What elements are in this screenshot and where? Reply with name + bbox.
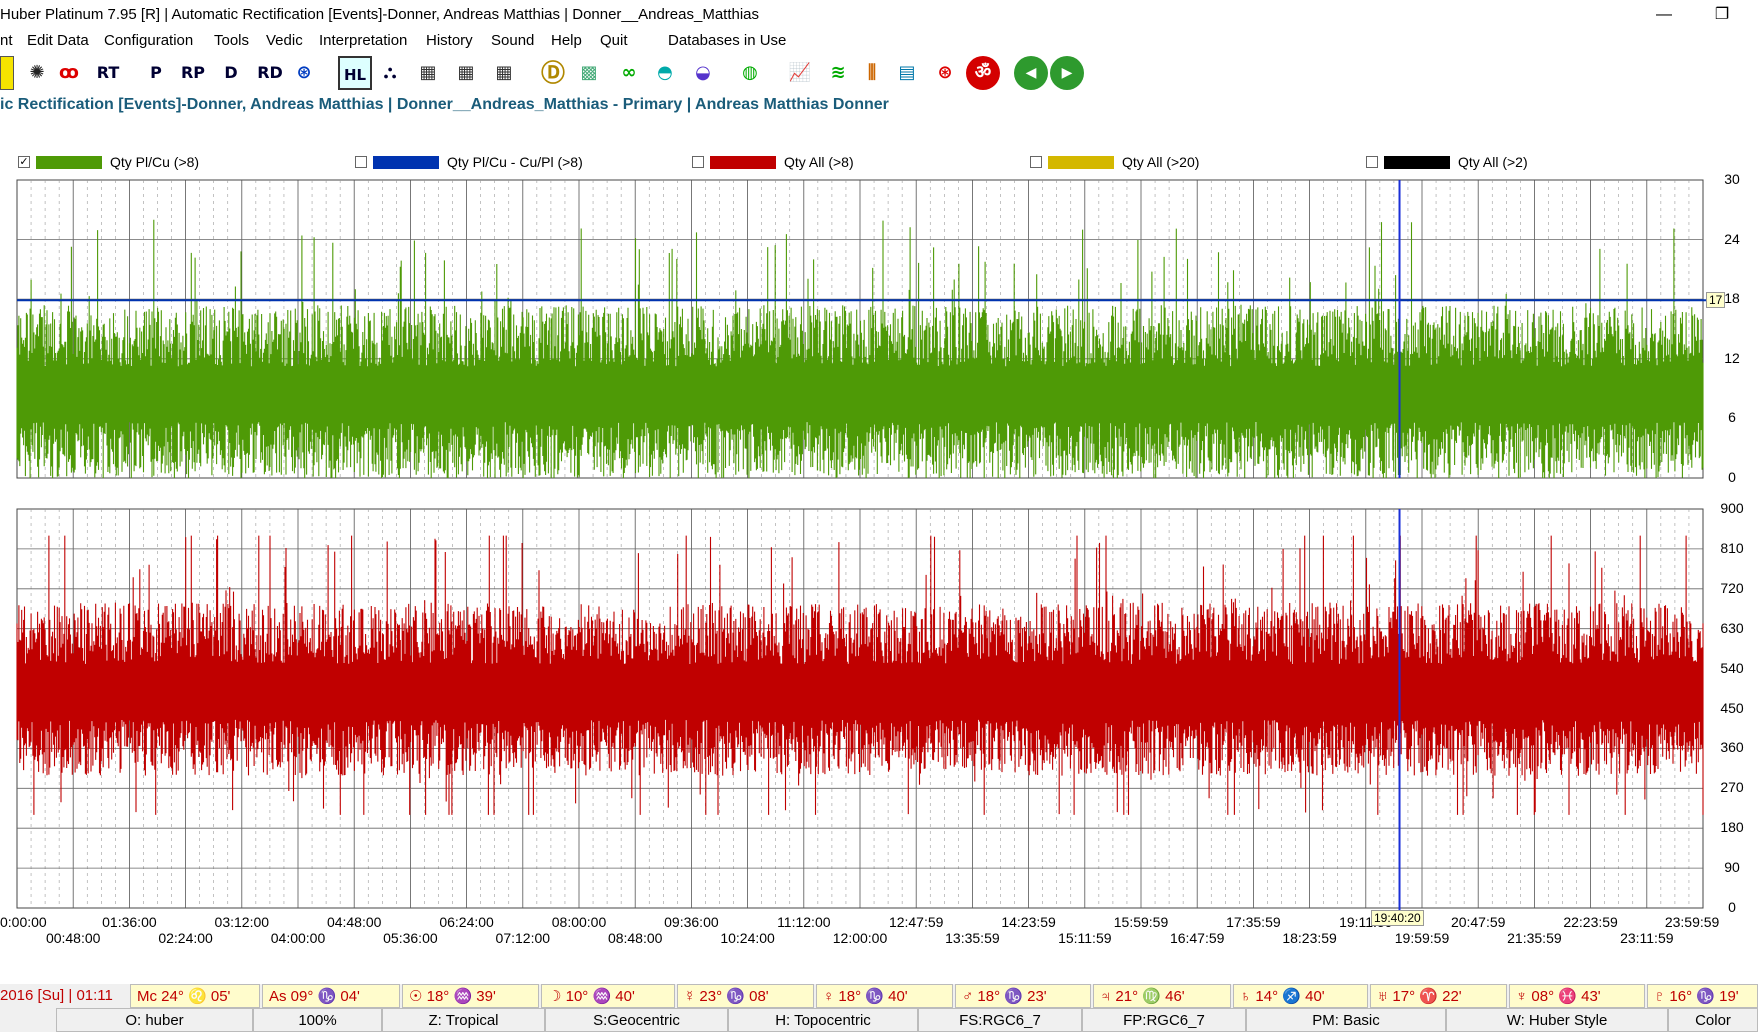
y-tick-label: 0 — [1728, 899, 1736, 915]
status-w: W: Huber Style — [1446, 1008, 1668, 1032]
y-tick-label: 24 — [1724, 230, 1740, 247]
threshold-value-label: 17 — [1706, 292, 1726, 308]
y-tick-label: 30 — [1724, 171, 1740, 187]
x-tick-label: 17:35:59 — [1226, 914, 1281, 930]
x-tick-label: 06:24:00 — [439, 914, 494, 930]
planet-cell-uranus[interactable]: ♅ 17° ♈ 22' — [1370, 984, 1507, 1008]
x-tick-label: 15:59:59 — [1113, 914, 1169, 930]
x-tick-label: 13:35:59 — [945, 930, 1000, 946]
x-tick-label: 15:11:59 — [1058, 930, 1112, 946]
cursor-time-label: 19:40:20 — [1371, 910, 1424, 926]
planet-cell-mercury[interactable]: ☿ 23° ♑ 08' — [677, 984, 814, 1008]
x-tick-label: 20:47:59 — [1450, 914, 1506, 930]
status-system: S:Geocentric — [545, 1008, 728, 1032]
y-tick-label: 360 — [1720, 739, 1744, 756]
y-tick-label: 810 — [1720, 539, 1744, 556]
x-tick-label: 07:12:00 — [495, 930, 551, 946]
status-fp: FP:RGC6_7 — [1082, 1008, 1246, 1032]
planet-cell-saturn[interactable]: ♄ 14° ♐ 40' — [1233, 984, 1368, 1008]
y-tick-label: 540 — [1720, 659, 1744, 676]
x-tick-label: 00:48:00 — [45, 930, 101, 946]
y-tick-label: 6 — [1728, 409, 1736, 426]
planet-cell-neptune[interactable]: ♆ 08° ♓ 43' — [1509, 984, 1645, 1008]
x-tick-label: 19:59:59 — [1394, 930, 1450, 946]
x-tick-label: 03:12:00 — [214, 914, 270, 930]
x-tick-label: 02:24:00 — [158, 930, 213, 946]
x-tick-label: 05:36:00 — [383, 930, 438, 946]
y-tick-label: 270 — [1720, 779, 1744, 796]
x-tick-label: 22:23:59 — [1563, 914, 1618, 930]
rectification-chart[interactable] — [0, 0, 1758, 970]
status-owner: O: huber — [56, 1008, 253, 1032]
x-tick-label: 14:23:59 — [1001, 914, 1056, 930]
x-tick-label: 12:47:59 — [888, 914, 944, 930]
x-tick-label: 23:11:59 — [1620, 930, 1674, 946]
status-pm: PM: Basic — [1246, 1008, 1446, 1032]
x-tick-label: 11:12:00 — [777, 914, 831, 930]
y-tick-label: 900 — [1720, 500, 1744, 516]
planet-position-bar: 2016 [Su] | 01:11 Mc 24° ♌ 05' As 09° ♑ 0… — [0, 984, 1758, 1008]
x-tick-label: 01:36:00 — [102, 914, 157, 930]
x-tick-label: 04:48:00 — [326, 914, 382, 930]
planet-cell-mars[interactable]: ♂ 18° ♑ 23' — [955, 984, 1091, 1008]
planet-cell-mc[interactable]: Mc 24° ♌ 05' — [130, 984, 260, 1008]
status-bar: O: huber 100% Z: Tropical S:Geocentric H: To… — [0, 1008, 1758, 1032]
x-tick-label: 16:47:59 — [1169, 930, 1225, 946]
status-zoom: 100% — [253, 1008, 382, 1032]
x-tick-label: 04:00:00 — [270, 930, 326, 946]
status-color: Color — [1668, 1008, 1758, 1032]
x-tick-label: 21:35:59 — [1507, 930, 1562, 946]
planet-cell-asc[interactable]: As 09° ♑ 04' — [262, 984, 400, 1008]
x-tick-label: 12:00:00 — [832, 930, 888, 946]
x-tick-label: 18:23:59 — [1282, 930, 1337, 946]
status-zodiac: Z: Tropical — [382, 1008, 545, 1032]
x-tick-label: 23:59:59 — [1664, 914, 1720, 930]
x-tick-label: 0:00:00 — [0, 914, 47, 930]
planet-bar-date: 2016 [Su] | 01:11 — [0, 987, 113, 1004]
y-tick-label: 630 — [1720, 619, 1744, 636]
x-tick-label: 08:48:00 — [607, 930, 663, 946]
status-fs: FS:RGC6_7 — [918, 1008, 1082, 1032]
x-tick-label: 10:24:00 — [720, 930, 775, 946]
y-tick-label: 720 — [1720, 579, 1744, 596]
planet-cell-sun[interactable]: ☉ 18° ♒ 39' — [402, 984, 539, 1008]
x-tick-label: 08:00:00 — [551, 914, 607, 930]
x-tick-label: 09:36:00 — [664, 914, 719, 930]
planet-cell-venus[interactable]: ♀ 18° ♑ 40' — [816, 984, 953, 1008]
y-tick-label: 180 — [1720, 819, 1744, 836]
y-tick-label: 450 — [1720, 699, 1744, 716]
y-tick-label: 90 — [1724, 859, 1740, 876]
planet-cell-jupiter[interactable]: ♃ 21° ♍ 46' — [1093, 984, 1231, 1008]
planet-cell-moon[interactable]: ☽ 10° ♒ 40' — [541, 984, 675, 1008]
status-house: H: Topocentric — [728, 1008, 918, 1032]
planet-cell-pluto[interactable]: ♇ 16° ♑ 19' — [1647, 984, 1758, 1008]
y-tick-label: 0 — [1728, 469, 1736, 485]
y-tick-label: 12 — [1724, 349, 1740, 366]
